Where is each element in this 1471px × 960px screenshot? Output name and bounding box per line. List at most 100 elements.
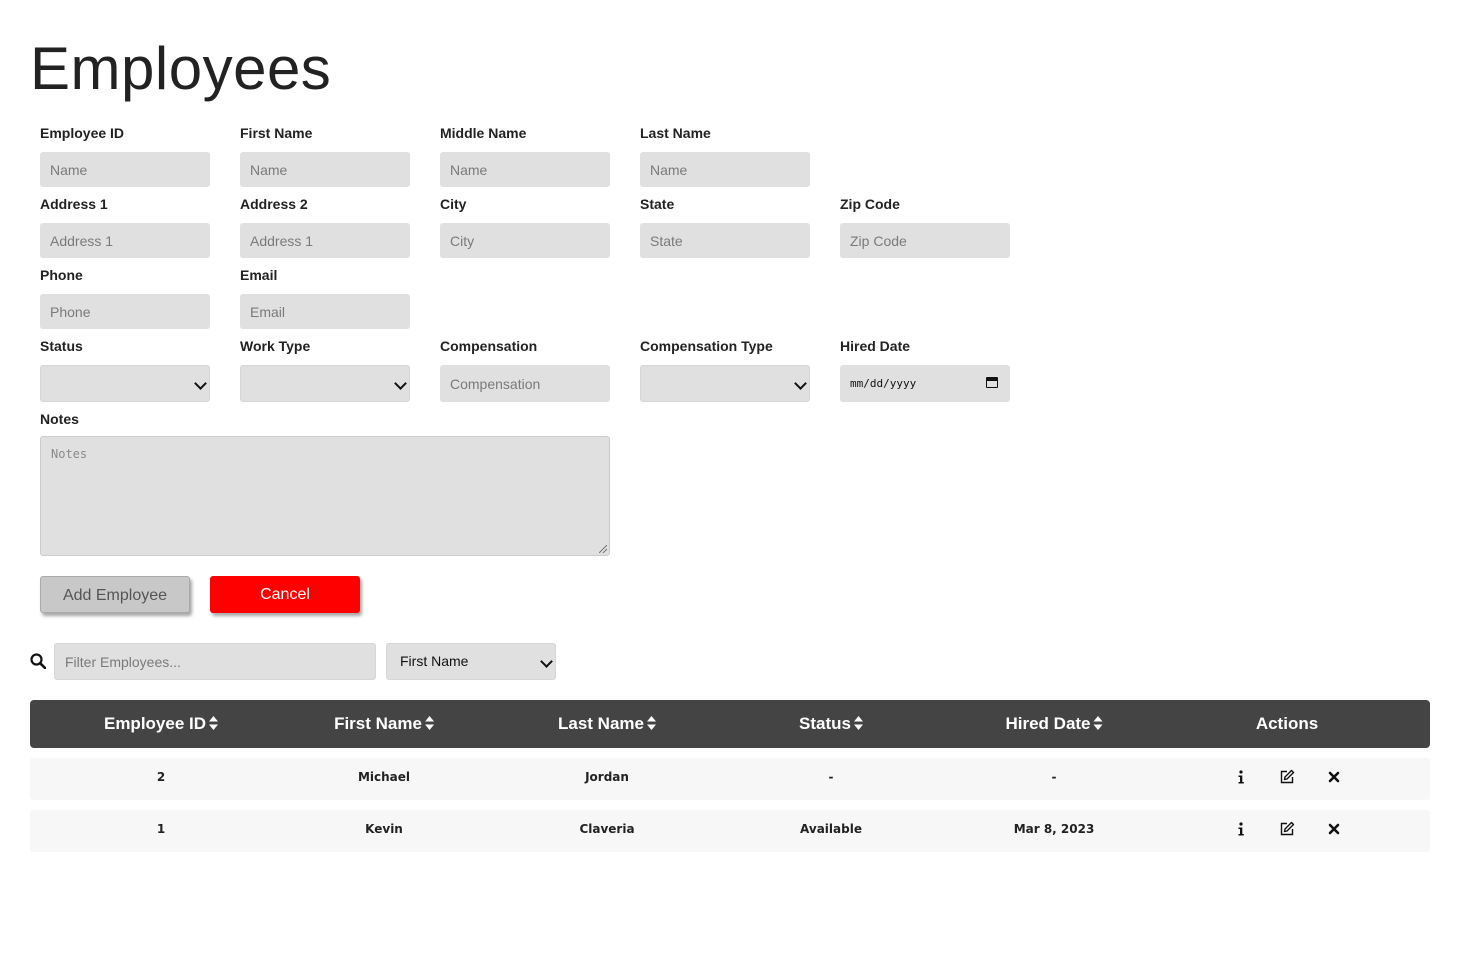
chevron-down-icon	[540, 655, 553, 668]
chevron-down-icon	[794, 377, 807, 390]
column-header-status[interactable]: Status	[799, 700, 863, 748]
work-type-label: Work Type	[240, 338, 311, 354]
column-header-label: First Name	[334, 714, 422, 733]
delete-icon[interactable]	[1326, 821, 1342, 837]
compensation-input[interactable]	[440, 365, 610, 402]
state-label: State	[640, 196, 675, 212]
column-header-employee-id[interactable]: Employee ID	[103, 700, 219, 748]
column-header-last-name[interactable]: Last Name	[558, 700, 656, 748]
compensation-type-label: Compensation Type	[640, 338, 773, 354]
city-label: City	[440, 196, 467, 212]
sort-icon	[1093, 716, 1103, 730]
edit-icon[interactable]	[1279, 769, 1295, 785]
last-name-input[interactable]	[640, 152, 810, 187]
column-header-label: Actions	[1255, 714, 1319, 733]
address1-input[interactable]	[40, 223, 210, 258]
column-header-label: Hired Date	[1005, 714, 1091, 733]
cell-employee-id: 2	[156, 770, 166, 784]
table-row: 1 Kevin Claveria Available Mar 8, 2023	[30, 810, 1430, 852]
notes-label: Notes	[40, 411, 79, 427]
first-name-input[interactable]	[240, 152, 410, 187]
phone-label: Phone	[40, 267, 83, 283]
filter-field-select[interactable]: First Name	[386, 643, 556, 680]
sort-icon	[424, 716, 434, 730]
hired-date-group: Hired Date mm/dd/yyyy	[840, 338, 1010, 402]
address2-group: Address 2	[240, 196, 410, 258]
email-input[interactable]	[240, 294, 410, 329]
cell-first-name: Kevin	[365, 822, 403, 836]
status-label: Status	[40, 338, 83, 354]
state-input[interactable]	[640, 223, 810, 258]
chevron-down-icon	[394, 377, 407, 390]
column-header-first-name[interactable]: First Name	[334, 700, 434, 748]
resize-handle-icon[interactable]	[599, 545, 607, 553]
address1-group: Address 1	[40, 196, 210, 258]
phone-input[interactable]	[40, 294, 210, 329]
column-header-hired-date[interactable]: Hired Date	[1005, 700, 1103, 748]
last-name-label: Last Name	[640, 125, 711, 141]
filter-employees-input[interactable]	[54, 643, 376, 680]
city-input[interactable]	[440, 223, 610, 258]
cell-first-name: Michael	[357, 770, 411, 784]
delete-icon[interactable]	[1326, 769, 1342, 785]
column-header-label: Employee ID	[103, 714, 207, 733]
cell-hired-date: -	[1051, 770, 1057, 784]
work-type-select[interactable]	[240, 365, 410, 402]
first-name-group: First Name	[240, 125, 410, 187]
compensation-type-select[interactable]	[640, 365, 810, 402]
notes-placeholder: Notes	[51, 447, 88, 461]
cell-hired-date: Mar 8, 2023	[1013, 822, 1095, 836]
sort-icon	[853, 716, 863, 730]
table-row: 2 Michael Jordan - -	[30, 758, 1430, 800]
zip-group: Zip Code	[840, 196, 1010, 258]
email-label: Email	[240, 267, 278, 283]
calendar-icon[interactable]	[986, 377, 998, 388]
cell-status: -	[828, 770, 834, 784]
column-header-label: Last Name	[558, 714, 644, 733]
status-select[interactable]	[40, 365, 210, 402]
edit-icon[interactable]	[1279, 821, 1295, 837]
hired-date-input[interactable]: mm/dd/yyyy	[840, 365, 1010, 402]
city-group: City	[440, 196, 610, 258]
compensation-type-group: Compensation Type	[640, 338, 810, 402]
employee-id-input[interactable]	[40, 152, 210, 187]
middle-name-label: Middle Name	[440, 125, 527, 141]
address2-label: Address 2	[240, 196, 308, 212]
middle-name-group: Middle Name	[440, 125, 610, 187]
notes-textarea[interactable]: Notes	[40, 436, 610, 556]
hired-date-placeholder: mm/dd/yyyy	[850, 377, 917, 390]
sort-icon	[646, 716, 656, 730]
work-type-group: Work Type	[240, 338, 410, 402]
state-group: State	[640, 196, 810, 258]
cell-employee-id: 1	[156, 822, 166, 836]
cell-status: Available	[800, 822, 862, 836]
middle-name-input[interactable]	[440, 152, 610, 187]
info-icon[interactable]	[1233, 769, 1249, 785]
info-icon[interactable]	[1233, 821, 1249, 837]
zip-input[interactable]	[840, 223, 1010, 258]
page-title: Employees	[30, 35, 332, 102]
chevron-down-icon	[194, 377, 207, 390]
last-name-group: Last Name	[640, 125, 810, 187]
compensation-label: Compensation	[440, 338, 538, 354]
cell-last-name: Jordan	[585, 770, 629, 784]
search-icon	[30, 653, 46, 669]
status-group: Status	[40, 338, 210, 402]
hired-date-label: Hired Date	[840, 338, 911, 354]
column-header-label: Status	[799, 714, 851, 733]
filter-field-selected-value: First Name	[400, 653, 469, 669]
cell-last-name: Claveria	[579, 822, 635, 836]
table-header: Employee ID First Name Last Name Status …	[30, 700, 1430, 748]
employee-id-group: Employee ID	[40, 125, 210, 187]
notes-group: Notes	[40, 411, 79, 438]
address2-input[interactable]	[240, 223, 410, 258]
employee-id-label: Employee ID	[40, 125, 125, 141]
phone-group: Phone	[40, 267, 210, 329]
cancel-button[interactable]: Cancel	[210, 576, 360, 613]
first-name-label: First Name	[240, 125, 313, 141]
sort-icon	[209, 716, 219, 730]
zip-label: Zip Code	[840, 196, 900, 212]
column-header-actions: Actions	[1256, 700, 1318, 748]
add-employee-button[interactable]: Add Employee	[40, 576, 190, 613]
email-group: Email	[240, 267, 410, 329]
